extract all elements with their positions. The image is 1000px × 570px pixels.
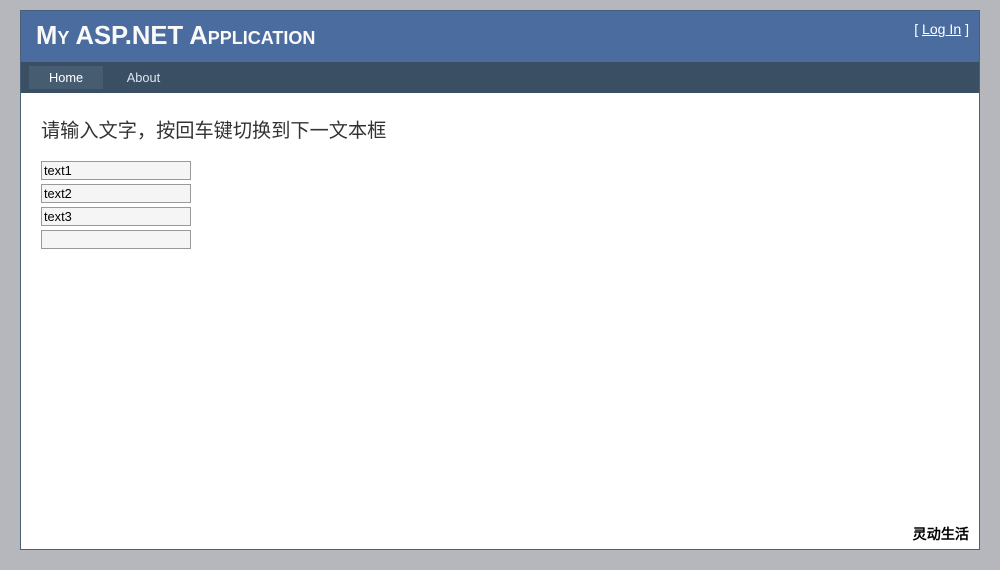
login-bracket-close: ]: [961, 21, 969, 37]
header: My ASP.NET Application [ Log In ] Home A…: [21, 11, 979, 93]
page-heading: 请输入文字，按回车键切换到下一文本框: [41, 115, 959, 143]
footer-credit: 灵动生活: [913, 524, 969, 544]
text-input-2[interactable]: [41, 184, 191, 203]
page-container: My ASP.NET Application [ Log In ] Home A…: [20, 10, 980, 550]
input-stack: [41, 161, 959, 249]
nav-item-home[interactable]: Home: [29, 66, 103, 89]
nav-item-about[interactable]: About: [107, 66, 180, 89]
site-title-wrap: My ASP.NET Application: [21, 11, 315, 62]
nav-link-home[interactable]: Home: [29, 66, 103, 89]
text-input-3[interactable]: [41, 207, 191, 226]
login-bracket-open: [: [914, 21, 922, 37]
nav-menu: Home About: [21, 62, 979, 93]
nav-link-about[interactable]: About: [107, 66, 180, 89]
text-input-1[interactable]: [41, 161, 191, 180]
login-display: [ Log In ]: [914, 11, 979, 37]
site-title: My ASP.NET Application: [21, 11, 315, 62]
main-content: 请输入文字，按回车键切换到下一文本框: [29, 105, 971, 485]
login-link[interactable]: Log In: [922, 21, 961, 37]
text-input-4[interactable]: [41, 230, 191, 249]
